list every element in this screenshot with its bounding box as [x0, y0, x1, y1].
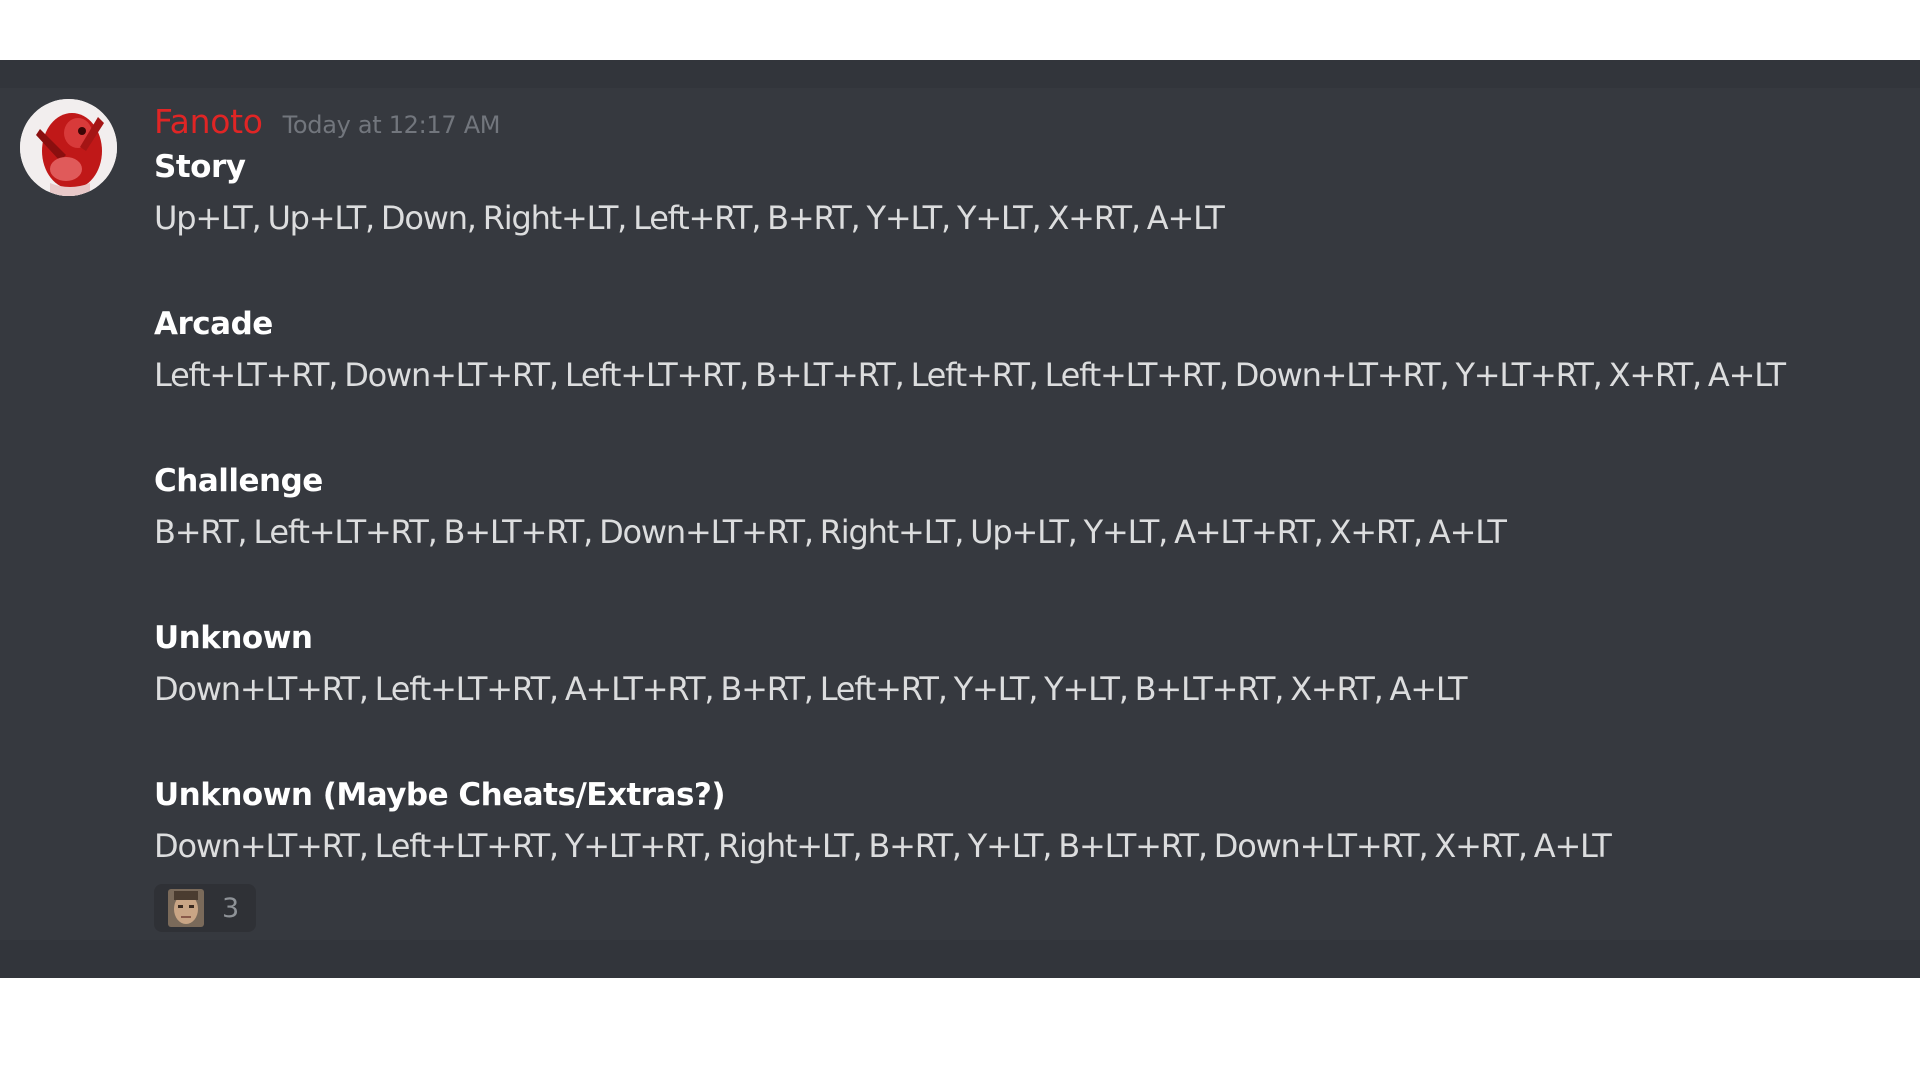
section-arcade: Arcade Left+LT+RT, Down+LT+RT, Left+LT+R…: [154, 299, 1920, 401]
section-challenge: Challenge B+RT, Left+LT+RT, B+LT+RT, Dow…: [154, 456, 1920, 558]
username[interactable]: Fanoto: [154, 102, 263, 141]
message-timestamp: Today at 12:17 AM: [282, 111, 501, 139]
section-title: Story: [154, 149, 246, 185]
section-unknown-cheats: Unknown (Maybe Cheats/Extras?) Down+LT+R…: [154, 770, 1920, 872]
section-title: Arcade: [154, 306, 273, 342]
section-codes: Up+LT, Up+LT, Down, Right+LT, Left+RT, B…: [154, 199, 1225, 237]
user-avatar[interactable]: [20, 99, 117, 196]
reaction-count: 3: [222, 892, 240, 924]
panel-bottom-strip: [0, 940, 1920, 978]
section-unknown: Unknown Down+LT+RT, Left+LT+RT, A+LT+RT,…: [154, 613, 1920, 715]
section-story: Story Up+LT, Up+LT, Down, Right+LT, Left…: [154, 142, 1920, 244]
section-codes: Down+LT+RT, Left+LT+RT, A+LT+RT, B+RT, L…: [154, 670, 1468, 708]
red-character-avatar-icon: [20, 99, 117, 196]
section-title: Unknown: [154, 620, 313, 656]
reaction-button[interactable]: 3: [154, 884, 256, 932]
section-codes: Left+LT+RT, Down+LT+RT, Left+LT+RT, B+LT…: [154, 356, 1786, 394]
section-title: Unknown (Maybe Cheats/Extras?): [154, 777, 726, 813]
message-header: Fanoto Today at 12:17 AM: [154, 102, 1920, 142]
face-emoji-icon: [168, 889, 204, 927]
panel-top-strip: [0, 60, 1920, 88]
discord-message-panel: Fanoto Today at 12:17 AM Story Up+LT, Up…: [0, 60, 1920, 978]
message-content: Fanoto Today at 12:17 AM Story Up+LT, Up…: [154, 102, 1920, 872]
section-title: Challenge: [154, 463, 323, 499]
section-codes: B+RT, Left+LT+RT, B+LT+RT, Down+LT+RT, R…: [154, 513, 1507, 551]
section-codes: Down+LT+RT, Left+LT+RT, Y+LT+RT, Right+L…: [154, 827, 1612, 865]
